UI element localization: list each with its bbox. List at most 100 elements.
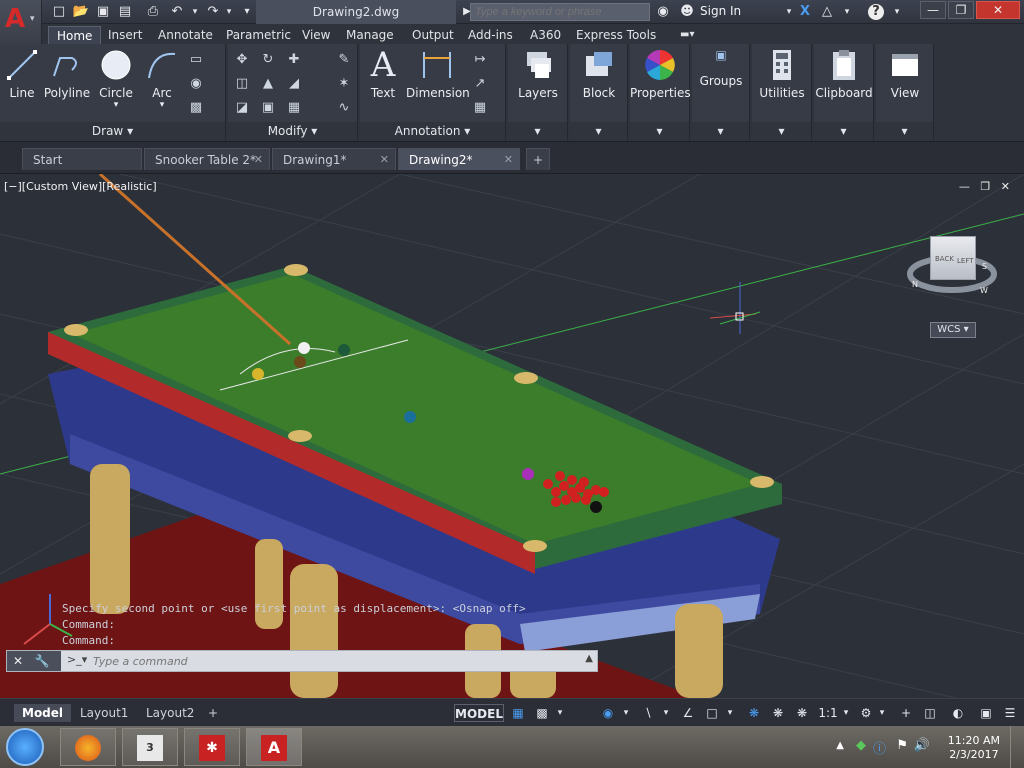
tab-home[interactable]: Home <box>48 26 102 44</box>
groups-dropdown-icon[interactable]: ▾ <box>692 122 749 140</box>
utilities-button[interactable]: Utilities <box>752 48 812 100</box>
isodraft-icon[interactable]: ∖ <box>638 704 658 722</box>
tab-a360[interactable]: A360 <box>522 26 569 44</box>
polar-dropdown-icon[interactable]: ▾ <box>620 704 632 722</box>
command-history-toggle-icon[interactable]: ▲ <box>585 653 593 664</box>
object-snap-icon[interactable]: □ <box>702 704 722 722</box>
table-icon[interactable]: ▦ <box>472 100 488 116</box>
array-icon[interactable]: ▦ <box>286 100 302 116</box>
snap-icon[interactable]: ▩ <box>532 704 552 722</box>
clean-screen-icon[interactable]: ▣ <box>976 704 996 722</box>
exchange-icon[interactable]: X <box>796 3 814 21</box>
utilities-panel[interactable]: Utilities ▾ <box>752 44 812 140</box>
isodraft-dropdown-icon[interactable]: ▾ <box>660 704 672 722</box>
osnap-dropdown-icon[interactable]: ▾ <box>724 704 736 722</box>
arc-button[interactable]: Arc ▾ <box>142 48 182 110</box>
show-desktop-button[interactable] <box>1010 726 1024 768</box>
help-dropdown-icon[interactable]: ▾ <box>888 3 906 21</box>
command-prompt-icon[interactable]: >_▾ <box>67 653 87 666</box>
viewcube-left-face[interactable]: LEFT <box>957 257 974 265</box>
clipboard-dropdown-icon[interactable]: ▾ <box>814 122 873 140</box>
modify-panel-title[interactable]: Modify ▾ <box>228 122 357 140</box>
command-input[interactable] <box>93 653 573 669</box>
volume-icon[interactable]: 🔊 <box>914 738 930 753</box>
viewport-restore-icon[interactable]: ❐ <box>980 180 990 193</box>
tab-parametric[interactable]: Parametric <box>218 26 299 44</box>
tab-addins[interactable]: Add-ins <box>460 26 521 44</box>
annotation-panel-title[interactable]: Annotation ▾ <box>360 122 505 140</box>
stretch-icon[interactable]: ◪ <box>234 100 250 116</box>
mirror-icon[interactable]: ▲ <box>260 76 276 92</box>
circle-button[interactable]: Circle ▾ <box>96 48 136 110</box>
copy-icon[interactable]: ◫ <box>234 76 250 92</box>
viewport-controls-label[interactable]: [−][Custom View][Realistic] <box>4 180 157 193</box>
save-as-icon[interactable]: ▤ <box>116 3 134 21</box>
auto-scale-icon[interactable]: ❋ <box>768 704 788 722</box>
erase-icon[interactable]: ✎ <box>336 52 352 68</box>
close-command-line-icon[interactable]: ✕ <box>13 654 23 668</box>
autocad-taskbar-icon[interactable]: A <box>246 728 302 766</box>
scale-icon[interactable]: ▣ <box>260 100 276 116</box>
new-icon[interactable]: □ <box>50 3 68 21</box>
undo-icon[interactable]: ↶ <box>168 3 186 21</box>
clipboard-panel[interactable]: Clipboard ▾ <box>814 44 874 140</box>
block-button[interactable]: Block <box>570 48 628 100</box>
firefox-icon[interactable] <box>60 728 116 766</box>
annotation-scale-icon[interactable]: ❋ <box>792 704 812 722</box>
move-icon[interactable]: ✥ <box>234 52 250 68</box>
dimension-button[interactable]: Dimension <box>406 48 470 100</box>
leader-icon[interactable]: ↗ <box>472 76 488 92</box>
layers-button[interactable]: Layers <box>508 48 568 100</box>
tab-model[interactable]: Model <box>14 704 72 722</box>
model-space-button[interactable]: MODEL <box>454 704 504 722</box>
open-icon[interactable]: 📂 <box>72 3 90 21</box>
workspace-gear-icon[interactable]: ⚙ <box>856 704 876 722</box>
3ds-max-icon[interactable]: 3 <box>122 728 178 766</box>
line-button[interactable]: Line <box>4 48 40 100</box>
tab-output[interactable]: Output <box>404 26 462 44</box>
arc-dropdown-icon[interactable]: ▾ <box>142 100 182 110</box>
info-tray-icon[interactable]: ⓘ <box>873 738 886 757</box>
grid-icon[interactable]: ▦ <box>508 704 528 722</box>
file-tab-start[interactable]: Start <box>22 148 142 170</box>
text-button[interactable]: A Text <box>364 48 402 100</box>
layers-dropdown-icon[interactable]: ▾ <box>508 122 567 140</box>
print-icon[interactable]: ⎙ <box>144 3 162 21</box>
boundary-icon[interactable]: ▩ <box>188 100 204 116</box>
tab-manage[interactable]: Manage <box>338 26 402 44</box>
block-panel[interactable]: Block ▾ <box>570 44 628 140</box>
workspace-dropdown-icon[interactable]: ▾ <box>876 704 888 722</box>
close-tab-icon[interactable]: ✕ <box>254 149 263 171</box>
tab-view[interactable]: View <box>294 26 338 44</box>
annotation-visibility-icon[interactable]: ❋ <box>744 704 764 722</box>
a360-icon[interactable]: △ <box>818 3 836 21</box>
view-dropdown-icon[interactable]: ▾ <box>876 122 933 140</box>
search-input[interactable] <box>470 3 650 21</box>
help-icon[interactable]: ? <box>868 4 884 20</box>
start-button[interactable] <box>6 728 44 766</box>
minimize-button[interactable]: — <box>920 1 946 19</box>
units-icon[interactable]: ◫ <box>920 704 940 722</box>
scale-dropdown-icon[interactable]: ▾ <box>840 704 852 722</box>
snap-dropdown-icon[interactable]: ▾ <box>554 704 566 722</box>
trim-icon[interactable]: ✚ <box>286 52 302 68</box>
restore-button[interactable]: ❐ <box>948 1 974 19</box>
explode-icon[interactable]: ✶ <box>336 76 352 92</box>
groups-panel[interactable]: ▣ Groups ▾ <box>692 44 750 140</box>
viewcube[interactable]: BACK LEFT <box>930 236 976 280</box>
properties-button[interactable]: Properties <box>630 48 691 100</box>
groups-button[interactable]: ▣ Groups <box>692 48 750 88</box>
properties-dropdown-icon[interactable]: ▾ <box>630 122 689 140</box>
view-button[interactable]: View <box>876 48 934 100</box>
customize-qa-icon[interactable]: ▾ <box>238 3 256 21</box>
close-button[interactable]: ✕ <box>976 1 1020 19</box>
properties-panel[interactable]: Properties ▾ <box>630 44 691 140</box>
view-panel[interactable]: View ▾ <box>876 44 934 140</box>
fillet-icon[interactable]: ◢ <box>286 76 302 92</box>
clipboard-button[interactable]: Clipboard <box>814 48 874 100</box>
tab-layout1[interactable]: Layout1 <box>72 704 136 722</box>
wcs-menu[interactable]: WCS ▾ <box>930 322 976 338</box>
file-tab-drawing2[interactable]: Drawing2* ✕ <box>398 148 520 170</box>
tab-insert[interactable]: Insert <box>100 26 150 44</box>
redo-dropdown-icon[interactable]: ▾ <box>220 3 238 21</box>
